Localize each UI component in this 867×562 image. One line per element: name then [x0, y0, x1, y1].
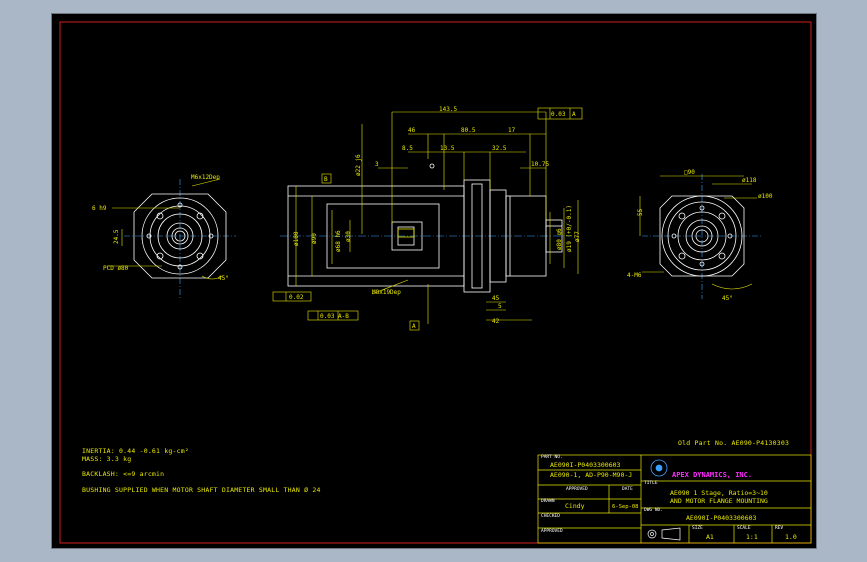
right-end-view — [642, 174, 762, 299]
apex-logo — [650, 459, 668, 477]
datum-a-label: A — [412, 323, 416, 330]
part-no-line2: AE090-1, AD-P90-M90-J — [550, 471, 633, 479]
drawing-sheet: M6x12Dep 6 h9 24.5 PCD ø80 45° 143.5 46 … — [51, 13, 817, 549]
right-end-dimensions — [639, 175, 757, 290]
mass-note: MASS: 3.3 kg — [82, 455, 132, 463]
dim-90-label: ø90 — [311, 233, 318, 244]
m6-thread-label: M6x12Dep — [191, 174, 220, 181]
backlash-note: BACKLASH: <=9 arcmin — [82, 470, 165, 478]
title-label: TITLE — [644, 481, 658, 486]
title-line2: AND MOTOR FLANGE MOUNTING — [670, 497, 768, 505]
dim-10-75-label: 10.75 — [531, 161, 549, 168]
dim-42-label: 42 — [492, 318, 500, 325]
dim-46-label: 46 — [408, 127, 416, 134]
size-label: SIZE — [692, 526, 703, 531]
runout-ab-label: 0.03 A-B — [320, 313, 349, 320]
angle-label-right: 45° — [722, 295, 733, 302]
dim-45-label: 45 — [492, 295, 500, 302]
company-name: APEX DYNAMICS, INC. — [672, 471, 753, 479]
side-view-dimensions — [272, 107, 583, 331]
m8-thread-label: M8x19Dep — [372, 289, 401, 296]
rev-label: REV — [775, 526, 784, 531]
dim-77-label: ø77 — [574, 231, 581, 242]
dim-3-label: 3 — [375, 161, 379, 168]
dim-118-label: ø118 — [742, 177, 757, 184]
checked-label: CHECKED — [541, 514, 560, 519]
dim-100-right-label: ø100 — [758, 193, 773, 200]
cad-drawing: M6x12Dep 6 h9 24.5 PCD ø80 45° 143.5 46 … — [59, 21, 812, 544]
drawn-label: DRAWN — [541, 499, 555, 504]
bushing-note: BUSHING SUPPLIED WHEN MOTOR SHAFT DIAMET… — [82, 486, 321, 494]
scale-label: SCALE — [737, 526, 751, 531]
size-value: A1 — [706, 533, 714, 541]
square-90-label: □90 — [684, 169, 695, 176]
title-line1: AE090 1 Stage, Ratio=3~10 — [670, 489, 768, 497]
dim-19-label: ø19 (+0/-0.1) — [566, 205, 573, 252]
datum-b-label: B — [324, 176, 328, 183]
holes-label: 4-M6 — [627, 272, 642, 279]
dim-80-label: ø80 g6 — [556, 228, 563, 250]
dim-80-5-label: 80.5 — [461, 127, 476, 134]
key-width-label: 6 h9 — [92, 205, 107, 212]
date-label: DATE — [622, 487, 633, 492]
dim-17-label: 17 — [508, 127, 516, 134]
approved-label: APPROVED — [566, 487, 588, 492]
dim-shaft-label: ø22 j6 — [355, 154, 362, 176]
drawn-by: Cindy — [565, 502, 585, 510]
flatness-label: 0.02 — [289, 294, 304, 301]
dim-68-label: ø68 h6 — [335, 230, 342, 252]
scale-value: 1:1 — [746, 533, 758, 541]
dim-100-label: ø100 — [293, 231, 300, 246]
part-no-line1: AE090I-P0403300603 — [550, 461, 621, 469]
drawn-date: 6-Sep-08 — [612, 504, 639, 510]
projection-symbol — [647, 527, 681, 541]
dim-8-5-label: 8.5 — [402, 145, 413, 152]
dwg-label: DWG NO. — [644, 508, 663, 513]
part-no-label: PART NO. — [541, 455, 563, 460]
dim-32-5-label: 32.5 — [492, 145, 507, 152]
overall-length-label: 143.5 — [439, 106, 457, 113]
runout-datum-label: A — [572, 111, 576, 118]
old-part-number: Old Part No. AE090-P4130303 — [678, 439, 790, 447]
dim-13-5-label: 13.5 — [440, 145, 455, 152]
dim-5-label: 5 — [498, 303, 502, 310]
angle-label-left: 45° — [218, 275, 229, 282]
approved2-label: APPROVED — [541, 529, 563, 534]
inertia-note: INERTIA: 0.44 -0.61 kg-cm² — [82, 447, 189, 455]
keyway-depth-label: 24.5 — [113, 229, 120, 244]
dwg-number: AE090I-P0403300603 — [686, 514, 757, 522]
sheet-border — [59, 21, 812, 544]
dim-55-label: 55 — [637, 208, 644, 216]
runout-value-label: 0.03 — [551, 111, 566, 118]
dim-30-label: ø30 — [345, 231, 352, 242]
pcd-label: PCD ø80 — [103, 265, 129, 272]
rev-value: 1.0 — [785, 533, 797, 541]
